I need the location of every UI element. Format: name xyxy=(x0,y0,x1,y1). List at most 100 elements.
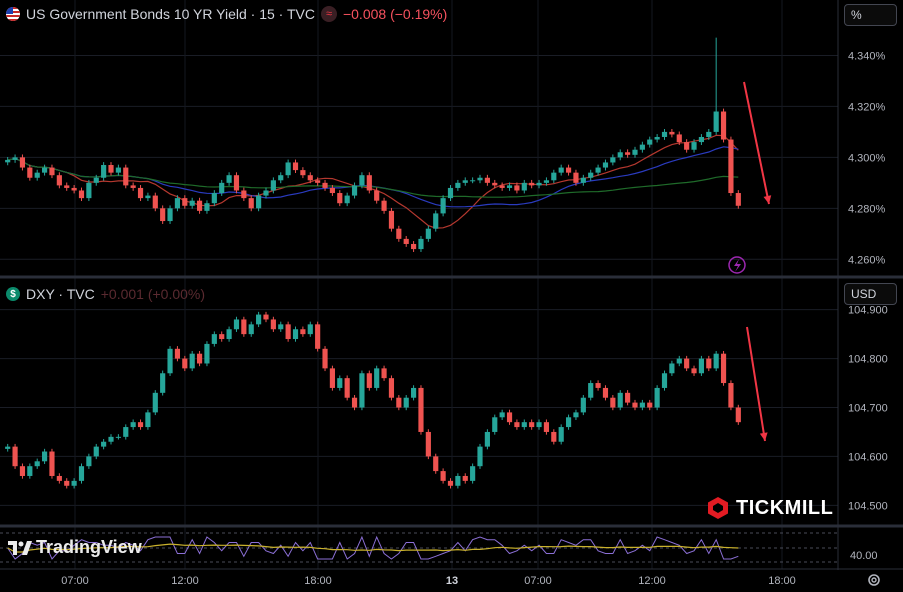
yield-candle xyxy=(196,200,203,211)
dxy-candle xyxy=(182,358,188,369)
dxy-candle xyxy=(573,412,579,418)
dxy-candle xyxy=(411,387,417,398)
yield-candle xyxy=(661,131,668,137)
yield-candle xyxy=(595,167,601,173)
yield-candle xyxy=(684,142,690,150)
yield-candle xyxy=(625,152,631,155)
dxy-candle xyxy=(278,324,284,330)
yield-candle xyxy=(248,198,254,209)
dxy-candle xyxy=(418,387,424,432)
dxy-candle xyxy=(661,373,668,388)
yield-candle xyxy=(233,175,240,191)
yield-candle xyxy=(152,195,158,209)
time-tick-label: 07:00 xyxy=(524,575,552,587)
yield-candle xyxy=(226,175,232,183)
dxy-candle xyxy=(433,456,439,472)
dxy-candle xyxy=(152,392,158,413)
currency-selector[interactable]: USD xyxy=(844,283,897,305)
yield-candle xyxy=(278,175,284,181)
bottom-legend[interactable]: $ DXY · TVC +0.001 (+0.00%) xyxy=(6,286,205,302)
yield-candle xyxy=(137,187,144,199)
yield-candle xyxy=(632,149,638,155)
yield-candle xyxy=(388,210,395,229)
yield-candle xyxy=(676,134,682,143)
yield-candle xyxy=(565,167,572,173)
yield-candle xyxy=(492,182,498,186)
yield-candle xyxy=(329,187,335,194)
dxy-candle xyxy=(676,358,682,364)
dxy-candle xyxy=(108,436,114,442)
yield-candle xyxy=(263,190,269,196)
dxy-candle xyxy=(625,392,631,403)
yield-candle xyxy=(34,172,40,178)
dxy-candle xyxy=(86,456,92,467)
price-tick-label: 104.900 xyxy=(848,305,888,317)
yield-candle xyxy=(189,200,195,206)
top-legend[interactable]: US Government Bonds 10 YR Yield · 15 · T… xyxy=(6,6,447,22)
price-tick-label: 104.500 xyxy=(848,500,888,512)
time-tick-label: 13 xyxy=(446,575,458,587)
dxy-candle xyxy=(351,397,358,408)
yield-candle xyxy=(359,175,365,186)
tradingview-logo[interactable]: TradingView xyxy=(8,537,142,558)
grid-lines xyxy=(0,0,838,569)
unit-selector[interactable]: % xyxy=(844,4,897,26)
yield-candle xyxy=(440,198,446,214)
yield-candle xyxy=(337,193,343,204)
time-tick-label: 07:00 xyxy=(61,575,89,587)
yield-candle xyxy=(300,170,306,176)
yield-candle xyxy=(381,200,387,211)
dxy-candle xyxy=(137,422,144,428)
yield-candle xyxy=(5,159,11,163)
data-source-icon[interactable]: ≈ xyxy=(320,6,337,22)
yield-candle xyxy=(691,142,697,150)
yield-candle xyxy=(455,182,461,188)
yield-candle xyxy=(639,144,645,150)
dxy-candle xyxy=(610,397,616,408)
yield-candle xyxy=(93,177,99,183)
yield-candle xyxy=(130,185,136,188)
settings-gear-icon[interactable] xyxy=(866,572,882,588)
dxy-candle xyxy=(440,471,446,481)
yield-candle xyxy=(514,185,520,191)
yield-candle xyxy=(403,238,409,244)
price-tick-label: 104.600 xyxy=(848,451,888,463)
dxy-candle xyxy=(344,378,350,398)
dxy-candle xyxy=(536,422,542,428)
yield-candle xyxy=(425,228,431,239)
us-flag-icon xyxy=(6,7,20,21)
dxy-candle xyxy=(248,324,254,335)
dxy-candle xyxy=(366,373,372,388)
yield-candle xyxy=(315,180,321,183)
dxy-candle xyxy=(499,412,505,418)
yield-candle xyxy=(101,165,107,178)
dxy-candle xyxy=(5,446,11,449)
dxy-candle xyxy=(558,427,564,442)
dxy-candle xyxy=(204,343,210,364)
yield-candle xyxy=(484,177,490,183)
yield-candle xyxy=(477,177,483,181)
yield-candle xyxy=(174,198,181,209)
price-change: −0.008 (−0.19%) xyxy=(342,6,448,22)
yield-candle xyxy=(64,185,70,188)
dxy-candle xyxy=(455,475,461,486)
dxy-candle xyxy=(617,392,623,408)
dxy-candle xyxy=(669,363,675,374)
dxy-candle xyxy=(307,324,313,335)
dxy-candle xyxy=(233,319,240,330)
moving-averages xyxy=(7,134,739,229)
dxy-candle xyxy=(241,319,247,335)
dxy-candle xyxy=(130,422,136,428)
price-change: +0.001 (+0.00%) xyxy=(100,286,206,302)
dxy-candle xyxy=(226,329,232,340)
dxy-candle xyxy=(285,324,291,340)
yield-candle xyxy=(654,136,660,140)
yield-candle xyxy=(12,157,18,160)
yield-candle xyxy=(396,228,402,239)
yield-candle xyxy=(551,172,557,181)
dxy-candle xyxy=(189,353,195,369)
yield-candle xyxy=(19,157,26,168)
dxy-candle xyxy=(543,422,550,432)
yield-candle xyxy=(506,185,513,188)
dxy-candle xyxy=(145,412,151,428)
